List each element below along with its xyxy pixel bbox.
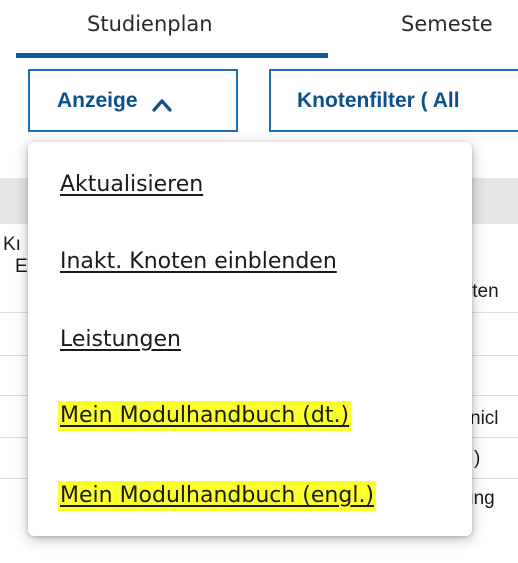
table-cell-fragment: Kı <box>3 234 21 255</box>
menu-item-modulhandbuch-dt[interactable]: Mein Modulhandbuch (dt.) <box>58 401 352 431</box>
tab-studienplan[interactable]: Studienplan <box>87 12 213 36</box>
tab-bar: Studienplan Semeste <box>0 0 518 60</box>
knotenfilter-button-label: Knotenfilter ( All <box>297 88 460 112</box>
anzeige-button-label: Anzeige <box>57 88 138 112</box>
table-cell-fragment: E <box>15 256 28 277</box>
anzeige-dropdown-menu: Aktualisieren Inakt. Knoten einblenden L… <box>28 142 472 536</box>
menu-item-leistungen[interactable]: Leistungen <box>58 325 183 355</box>
menu-item-inaktive-knoten-einblenden[interactable]: Inakt. Knoten einblenden <box>58 247 339 277</box>
menu-item-aktualisieren[interactable]: Aktualisieren <box>58 170 205 200</box>
tab-semester[interactable]: Semeste <box>401 12 493 36</box>
chevron-up-icon <box>151 94 172 112</box>
knotenfilter-button[interactable]: Knotenfilter ( All <box>269 69 518 132</box>
table-cell-fragment: ) <box>474 448 481 469</box>
active-tab-indicator <box>16 53 328 58</box>
menu-item-modulhandbuch-engl[interactable]: Mein Modulhandbuch (engl.) <box>58 481 377 511</box>
anzeige-button[interactable]: Anzeige <box>28 69 238 132</box>
table-cell-fragment: nicl <box>470 408 499 429</box>
